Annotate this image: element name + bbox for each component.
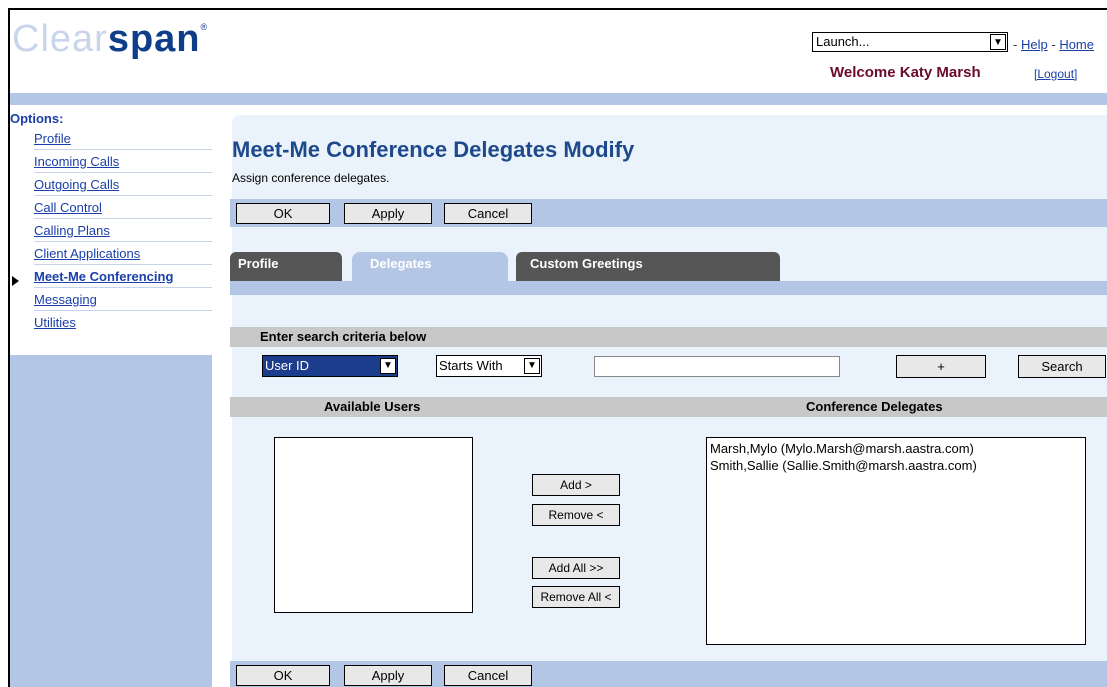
chevron-down-icon[interactable]: ▼ xyxy=(990,34,1006,50)
main-content: Meet-Me Conference Delegates Modify Assi… xyxy=(222,105,1107,687)
home-link[interactable]: Home xyxy=(1059,37,1094,52)
apply-button-bottom[interactable]: Apply xyxy=(344,665,432,686)
list-item[interactable]: Smith,Sallie (Sallie.Smith@marsh.aastra.… xyxy=(710,457,1082,474)
list-column-headers: Available Users Conference Delegates xyxy=(230,397,1107,417)
logo-registered-mark: ® xyxy=(200,22,209,32)
top-links: - Help - Home xyxy=(1013,37,1094,52)
add-criteria-button[interactable]: + xyxy=(896,355,986,378)
nav-separator xyxy=(34,241,212,242)
available-users-header: Available Users xyxy=(324,399,421,414)
sidebar-item-utilities[interactable]: Utilities xyxy=(34,315,76,330)
add-button[interactable]: Add > xyxy=(532,474,620,496)
cancel-button-bottom[interactable]: Cancel xyxy=(444,665,532,686)
page-subtitle: Assign conference delegates. xyxy=(232,171,390,185)
sidebar-item-messaging[interactable]: Messaging xyxy=(34,292,97,307)
arrow-right-icon xyxy=(12,276,19,286)
remove-all-button[interactable]: Remove All < xyxy=(532,586,620,608)
launch-select[interactable]: Launch... ▼ xyxy=(812,32,1008,52)
sidebar-item-calling-plans[interactable]: Calling Plans xyxy=(34,223,110,238)
search-mode-select[interactable]: Starts With ▼ xyxy=(436,355,542,377)
nav-separator xyxy=(34,172,212,173)
logout-link[interactable]: [Logout] xyxy=(1034,67,1077,81)
chevron-down-icon[interactable]: ▼ xyxy=(524,358,540,374)
sidebar-item-profile[interactable]: Profile xyxy=(34,131,71,146)
sidebar-gap xyxy=(212,105,222,687)
search-input[interactable] xyxy=(594,356,840,377)
search-criteria-header: Enter search criteria below xyxy=(230,327,1107,347)
add-all-button[interactable]: Add All >> xyxy=(532,557,620,579)
options-label: Options: xyxy=(10,111,64,126)
sidebar-item-client-applications[interactable]: Client Applications xyxy=(34,246,140,261)
sidebar-item-outgoing-calls[interactable]: Outgoing Calls xyxy=(34,177,119,192)
sidebar-item-call-control[interactable]: Call Control xyxy=(34,200,102,215)
sidebar-item-meet-me-conferencing[interactable]: Meet-Me Conferencing xyxy=(34,269,173,284)
ok-button[interactable]: OK xyxy=(236,203,330,224)
tab-strip xyxy=(230,281,1107,295)
list-item[interactable]: Marsh,Mylo (Mylo.Marsh@marsh.aastra.com) xyxy=(710,440,1082,457)
tab-custom-greetings[interactable]: Custom Greetings xyxy=(516,252,780,281)
launch-select-value: Launch... xyxy=(816,34,870,49)
help-prefix: - xyxy=(1013,37,1018,52)
browser-frame: Clearspan® Launch... ▼ - Help - Home Wel… xyxy=(8,8,1107,687)
clearspan-logo: Clearspan® xyxy=(12,18,208,61)
header-divider-bar xyxy=(10,93,1107,105)
sidebar: Options: Profile Incoming Calls Outgoing… xyxy=(10,105,222,687)
logo-text-span: span xyxy=(107,18,201,60)
sidebar-item-incoming-calls[interactable]: Incoming Calls xyxy=(34,154,119,169)
conference-delegates-list[interactable]: Marsh,Mylo (Mylo.Marsh@marsh.aastra.com)… xyxy=(706,437,1086,645)
available-users-list[interactable] xyxy=(274,437,473,613)
page-title: Meet-Me Conference Delegates Modify xyxy=(232,137,635,162)
remove-button[interactable]: Remove < xyxy=(532,504,620,526)
top-button-bar: OK Apply Cancel xyxy=(230,199,1107,227)
welcome-message: Welcome Katy Marsh xyxy=(830,64,981,81)
search-criteria-label: Enter search criteria below xyxy=(260,329,427,344)
nav-separator xyxy=(34,149,212,150)
search-mode-value: Starts With xyxy=(439,358,503,373)
tab-profile[interactable]: Profile xyxy=(230,252,342,281)
search-button[interactable]: Search xyxy=(1018,355,1106,378)
help-link[interactable]: Help xyxy=(1021,37,1048,52)
cancel-button[interactable]: Cancel xyxy=(444,203,532,224)
tab-delegates[interactable]: Delegates xyxy=(352,252,508,281)
nav-separator xyxy=(34,218,212,219)
chevron-down-icon[interactable]: ▼ xyxy=(380,358,396,374)
search-field-value: User ID xyxy=(265,358,310,373)
nav-separator xyxy=(34,310,212,311)
nav-separator xyxy=(34,287,212,288)
ok-button-bottom[interactable]: OK xyxy=(236,665,330,686)
apply-button[interactable]: Apply xyxy=(344,203,432,224)
options-menu: Options: Profile Incoming Calls Outgoing… xyxy=(10,105,213,355)
logo-text-clear: Clear xyxy=(12,18,108,60)
bottom-button-bar: OK Apply Cancel xyxy=(230,661,1107,687)
search-field-select[interactable]: User ID ▼ xyxy=(262,355,398,377)
nav-separator xyxy=(34,264,212,265)
nav-separator xyxy=(34,195,212,196)
home-prefix: - xyxy=(1051,37,1056,52)
conference-delegates-header: Conference Delegates xyxy=(806,399,943,414)
